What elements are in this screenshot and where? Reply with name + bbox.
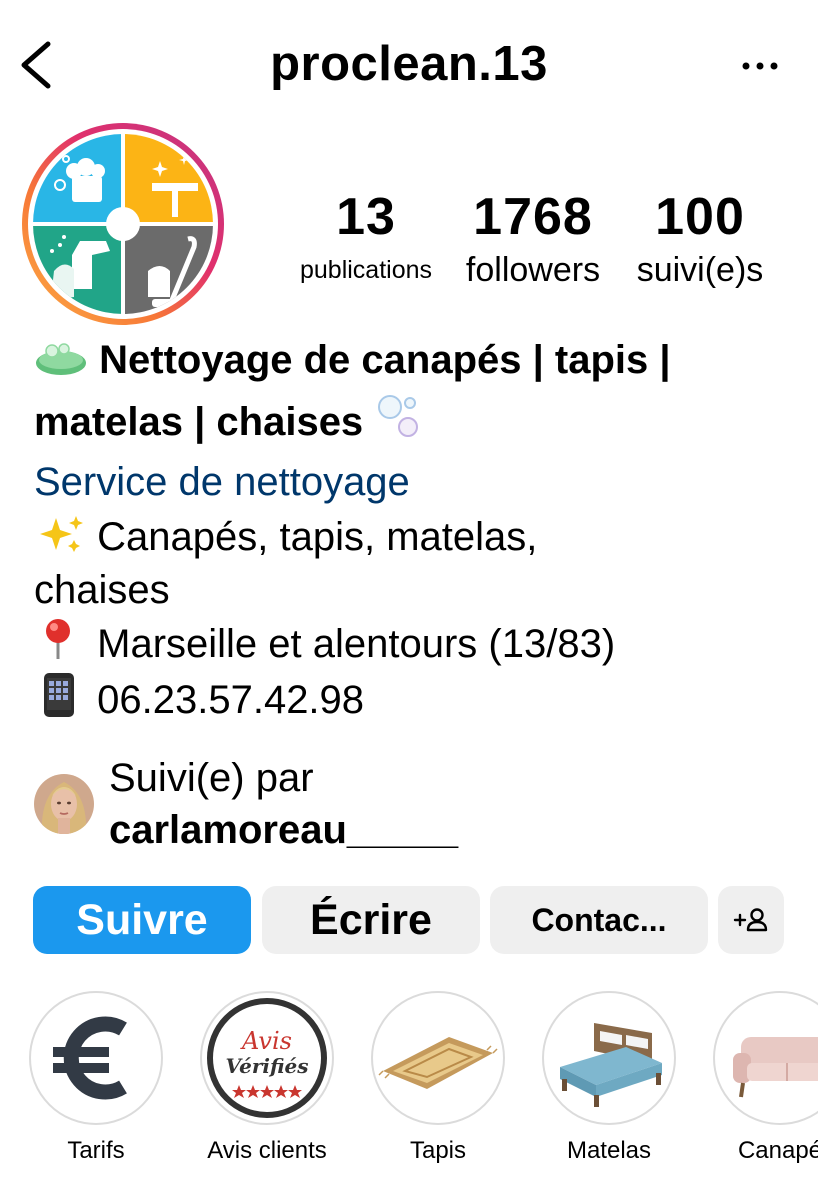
suggested-people-button[interactable]	[718, 886, 784, 954]
highlight-label: Matelas	[566, 1137, 652, 1164]
bio-line4: 06.23.57.42.98	[97, 678, 365, 722]
highlight-cover	[542, 991, 676, 1125]
posts-count: 13	[336, 188, 396, 246]
sofa-icon	[733, 1037, 818, 1098]
followers-label: followers	[465, 251, 601, 289]
followed-by[interactable]: Suivi(e) par carlamoreau_____	[34, 752, 734, 862]
highlight-cover: Avis Vérifiés	[200, 991, 334, 1125]
message-button[interactable]: Écrire	[262, 886, 480, 954]
bio-services: Canapés, tapis, matelas, chaises	[34, 511, 804, 617]
highlight-matelas[interactable]: Matelas	[534, 991, 684, 1167]
highlight-cover	[713, 991, 818, 1125]
following-count: 100	[655, 188, 745, 246]
proclean-logo	[22, 123, 224, 325]
highlight-tarifs[interactable]: Tarifs	[21, 991, 171, 1167]
contact-button[interactable]: Contac...	[490, 886, 708, 954]
badge-avis-text: Avis	[240, 1027, 292, 1055]
bio-name-line2: matelas | chaises	[34, 400, 364, 444]
profile-avatar[interactable]	[20, 121, 226, 327]
more-options-button[interactable]	[736, 50, 786, 80]
following-label: suivi(e)s	[636, 251, 764, 289]
followed-by-username[interactable]: carlamoreau_____	[109, 808, 458, 852]
followers-stat[interactable]: 1768 followers	[452, 188, 614, 290]
highlight-tapis[interactable]: Tapis	[363, 991, 513, 1167]
bio-name: Nettoyage de canapés | tapis | matelas |…	[34, 330, 804, 453]
soap-icon	[36, 343, 86, 375]
highlight-label: Tapis	[409, 1137, 467, 1164]
highlight-label: Avis clients	[207, 1137, 327, 1164]
rug-icon	[378, 1037, 498, 1089]
bubbles-icon	[378, 395, 419, 437]
follow-button[interactable]: Suivre	[33, 886, 251, 954]
pushpin-icon	[46, 619, 70, 659]
highlight-label: Canapé	[737, 1137, 818, 1164]
posts-stat[interactable]: 13 publications	[288, 188, 444, 290]
highlight-canape[interactable]: Canapé	[705, 991, 818, 1167]
bed-icon	[560, 1023, 662, 1107]
followed-by-text: Suivi(e) par carlamoreau_____	[109, 752, 458, 856]
more-dots-icon	[742, 62, 778, 70]
following-stat[interactable]: 100 suivi(e)s	[618, 188, 782, 290]
add-person-icon	[733, 908, 768, 932]
followers-count: 1768	[473, 188, 593, 246]
euro-icon	[53, 1016, 127, 1100]
badge-verifies-text: Vérifiés	[225, 1054, 308, 1078]
followed-by-label: Suivi(e) par	[109, 756, 314, 800]
avis-verifies-badge: Avis Vérifiés	[205, 996, 329, 1120]
mobile-phone-icon	[44, 673, 74, 717]
bio-category[interactable]: Service de nettoyage	[34, 453, 804, 511]
bio-location: Marseille et alentours (13/83)	[34, 617, 804, 671]
highlight-cover	[29, 991, 163, 1125]
follower-avatar	[34, 774, 94, 834]
posts-label: publications	[299, 256, 433, 284]
bio-phone: 06.23.57.42.98	[34, 671, 804, 727]
profile-username: proclean.13	[270, 37, 548, 91]
highlight-avis-clients[interactable]: Avis Vérifiés Avis clients	[192, 991, 342, 1167]
sparkles-icon	[40, 516, 83, 552]
bio-line2: chaises	[34, 568, 170, 612]
bio-name-line1: Nettoyage de canapés | tapis |	[99, 338, 671, 382]
profile-bio: Nettoyage de canapés | tapis | matelas |…	[34, 330, 804, 727]
highlight-label: Tarifs	[67, 1137, 125, 1164]
person-photo	[34, 774, 94, 834]
bio-line3: Marseille et alentours (13/83)	[97, 622, 616, 666]
bio-line1: Canapés, tapis, matelas,	[97, 515, 538, 559]
highlight-cover	[371, 991, 505, 1125]
top-bar: proclean.13	[0, 0, 818, 130]
